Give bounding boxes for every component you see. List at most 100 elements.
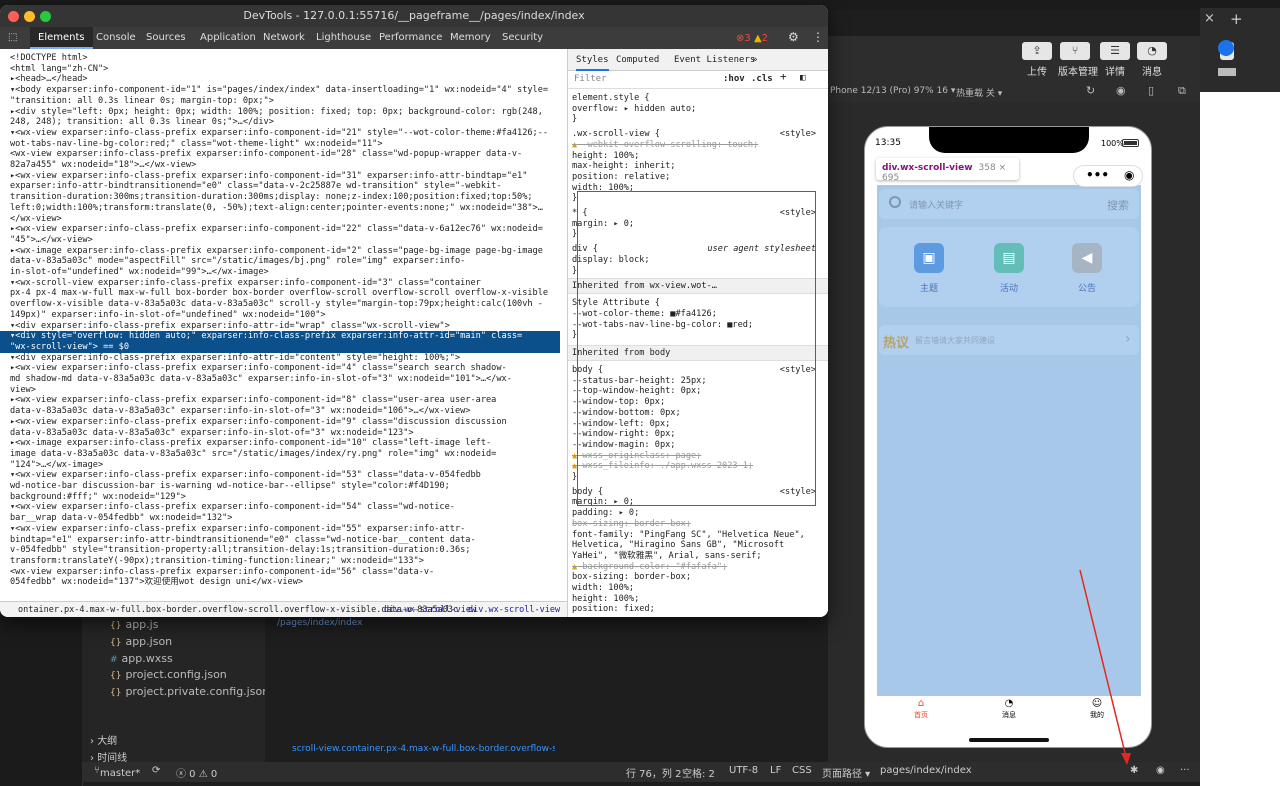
css-rule-line[interactable]: font-family: "PingFang SC", "Helvetica N…: [572, 530, 805, 541]
elements-tree[interactable]: <!DOCTYPE html> <html lang="zh-CN"> ▸<head…: [0, 49, 567, 601]
breadcrumb-item[interactable]: div.wx-scroll-view: [468, 605, 560, 615]
dom-node-line[interactable]: md shadow-md data-v-83a5a03c data-v-83a5…: [10, 374, 567, 385]
dom-node-line[interactable]: ▾<wx-scroll-view exparser:info-class-pre…: [10, 278, 567, 289]
dom-node-line[interactable]: ▾<wx-view exparser:info-class-prefix exp…: [10, 524, 567, 535]
sync-icon[interactable]: ⟳: [152, 765, 160, 776]
dom-node-line[interactable]: overflow-x-visible data-v-83a5a03c data-…: [10, 299, 567, 310]
css-rule-line[interactable]: ▲ -webkit-overflow-scrolling: touch;: [572, 140, 758, 151]
css-rule-line[interactable]: padding: ▸ 0;: [572, 508, 639, 519]
tab-event-listeners[interactable]: Event Listeners: [674, 55, 755, 66]
kebab-menu-icon[interactable]: ⋮: [812, 30, 824, 44]
dom-node-line[interactable]: ▾<wx-view exparser:info-class-prefix exp…: [10, 470, 567, 481]
file-item[interactable]: {} app.json: [110, 635, 172, 648]
dom-node-line[interactable]: "transition: all 0.3s linear 0s; margin-…: [10, 96, 567, 107]
page-path[interactable]: pages/index/index: [880, 765, 972, 776]
popout-icon[interactable]: ⧉: [1178, 84, 1186, 98]
dom-node-line[interactable]: ▾<div exparser:info-class-prefix exparse…: [10, 321, 567, 332]
dom-node-line[interactable]: ▾<div exparser:info-class-prefix exparse…: [10, 353, 567, 364]
cursor-position[interactable]: 行 76，列 2: [626, 765, 681, 780]
user-avatar-icon[interactable]: [1218, 40, 1234, 56]
dom-node-line[interactable]: ▾<div style="overflow: hidden auto;" exp…: [0, 331, 560, 342]
messages-button[interactable]: ◔ 消息: [1135, 42, 1169, 78]
dom-node-line[interactable]: v-054fedbb" style="transition-property:a…: [10, 545, 567, 556]
dom-node-line[interactable]: "wx-scroll-view"> == $0: [0, 341, 560, 353]
dom-node-line[interactable]: background:#fff;" wx:nodeid="129">: [10, 492, 567, 503]
css-rule-line[interactable]: overflow: ▸ hidden auto;: [572, 104, 696, 115]
css-rule-line[interactable]: ▲ background-color: "#fafafa";: [572, 562, 727, 573]
file-item[interactable]: {} app.js: [110, 618, 158, 631]
dom-node-line[interactable]: image data-v-83a5a03c data-v-83a5a03c" s…: [10, 449, 567, 460]
dom-node-line[interactable]: 82a7a455" wx:nodeid="18">…</wx-view>: [10, 160, 567, 171]
mini-program-capsule[interactable]: ••• ◉: [1073, 165, 1143, 187]
settings-gear-icon[interactable]: ⚙: [788, 30, 799, 44]
css-rule-line[interactable]: height: 100%;: [572, 594, 639, 605]
tab-memory[interactable]: Memory: [442, 27, 499, 49]
dom-node-line[interactable]: exparser:info-attr-bindtransitionend="e0…: [10, 181, 567, 192]
tab-security[interactable]: Security: [494, 27, 551, 49]
dom-node-line[interactable]: data-v-83a5a03c data-v-83a5a03c" exparse…: [10, 428, 567, 439]
dom-node-line[interactable]: ▸<wx-view exparser:info-class-prefix exp…: [10, 224, 567, 235]
dom-node-line[interactable]: bindtap="e1" exparser:info-attr-bindtran…: [10, 535, 567, 546]
search-bar[interactable]: 请输入关键字 搜索: [879, 189, 1139, 219]
activity-item[interactable]: ▤ 活动: [989, 243, 1029, 294]
tab-styles[interactable]: Styles: [576, 55, 609, 71]
sidebar-toggle-icon[interactable]: ◧: [800, 73, 805, 84]
tab-application[interactable]: Application: [192, 27, 264, 49]
dom-node-line[interactable]: <!DOCTYPE html>: [10, 53, 567, 64]
dom-node-line[interactable]: ▸<div style="left: 0px; height: 0px; wid…: [10, 107, 567, 118]
phone-icon[interactable]: ▯: [1148, 84, 1154, 97]
upload-button[interactable]: ⇪ 上传: [1020, 42, 1054, 78]
dom-node-line[interactable]: data-v-83a5a03c data-v-83a5a03c" exparse…: [10, 406, 567, 417]
dom-node-line[interactable]: <html lang="zh-CN">: [10, 64, 567, 75]
dom-node-line[interactable]: ▾<body exparser:info-component-id="1" is…: [10, 85, 567, 96]
dom-node-line[interactable]: 248, 248); transition: all 0.3s linear 0…: [10, 117, 567, 128]
dom-node-line[interactable]: ▸<head>…</head>: [10, 74, 567, 85]
dom-node-line[interactable]: ▸<wx-image exparser:info-class-prefix ex…: [10, 246, 567, 257]
dom-node-line[interactable]: ▾<wx-view exparser:info-class-prefix exp…: [10, 128, 567, 139]
problems-count[interactable]: ⓧ 0 ⚠ 0: [176, 765, 217, 780]
dom-node-line[interactable]: left:0;width:100%;transform:translate(0,…: [10, 203, 567, 214]
eye-icon[interactable]: ◉: [1156, 765, 1165, 776]
css-rule-line[interactable]: max-height: inherit;: [572, 161, 675, 172]
css-rule-line[interactable]: position: fixed;: [572, 604, 655, 615]
class-toggle[interactable]: .cls: [751, 74, 773, 85]
dom-node-line[interactable]: ▸<wx-image exparser:info-class-prefix ex…: [10, 438, 567, 449]
dom-node-line[interactable]: ▸<wx-view exparser:info-class-prefix exp…: [10, 363, 567, 374]
close-capsule-icon[interactable]: ◉: [1124, 168, 1134, 182]
notice-item[interactable]: ◀ 公告: [1067, 243, 1107, 294]
css-rule-line[interactable]: width: 100%;: [572, 583, 634, 594]
more-icon[interactable]: ···: [1180, 765, 1190, 776]
search-button[interactable]: 搜索: [1107, 197, 1129, 213]
error-count[interactable]: ⊗3 ▲2: [736, 33, 768, 44]
discussion-bar[interactable]: 热议 留言墙请大家共同建设 ›: [879, 325, 1139, 355]
dom-node-line[interactable]: ▸<wx-view exparser:info-class-prefix exp…: [10, 417, 567, 428]
page-path-select[interactable]: 页面路径 ▾: [822, 765, 870, 780]
tab-console[interactable]: Console: [88, 27, 144, 49]
dom-node-line[interactable]: view>: [10, 385, 567, 396]
dom-node-line[interactable]: ▾<wx-view exparser:info-class-prefix exp…: [10, 502, 567, 513]
file-item[interactable]: # app.wxss: [110, 652, 173, 665]
inspect-element-icon[interactable]: ⬚: [0, 27, 24, 49]
tab-lighthouse[interactable]: Lighthouse: [308, 27, 379, 49]
dom-node-line[interactable]: 054fedbb" wx:nodeid="137">欢迎使用wot design…: [10, 577, 567, 588]
filter-input[interactable]: Filter: [574, 74, 607, 85]
dom-node-line[interactable]: bar__wrap data-v-054fedbb" wx:nodeid="13…: [10, 513, 567, 524]
dom-node-line[interactable]: px-4 px-4 max-w-full max-w-full box-bord…: [10, 288, 567, 299]
minimize-window-button[interactable]: [24, 11, 35, 22]
eol[interactable]: LF: [770, 765, 781, 776]
dom-node-line[interactable]: 149px)" exparser:info-in-slot-of="undefi…: [10, 310, 567, 321]
encoding[interactable]: UTF-8: [729, 765, 758, 776]
css-rule-line[interactable]: box-sizing: border-box;: [572, 519, 691, 530]
css-rule-line[interactable]: box-sizing: border-box;: [572, 572, 691, 583]
tab-sources[interactable]: Sources: [138, 27, 194, 49]
css-rule-line[interactable]: .wx-scroll-view {: [572, 129, 660, 140]
css-rule-line[interactable]: element.style {: [572, 93, 650, 104]
tab-messages[interactable]: ◔ 消息: [979, 696, 1039, 720]
css-rule-line[interactable]: position: relative;: [572, 172, 670, 183]
tab-home[interactable]: ⌂ 首页: [891, 696, 951, 720]
dom-node-line[interactable]: wd-notice-bar discussion-bar is-warning …: [10, 481, 567, 492]
details-button[interactable]: ☰ 详情: [1098, 42, 1132, 78]
dom-node-line[interactable]: ▸<wx-view exparser:info-class-prefix exp…: [10, 171, 567, 182]
dom-node-line[interactable]: data-v-83a5a03c" mode="aspectFill" src="…: [10, 256, 567, 267]
stop-icon[interactable]: ◉: [1116, 84, 1126, 97]
